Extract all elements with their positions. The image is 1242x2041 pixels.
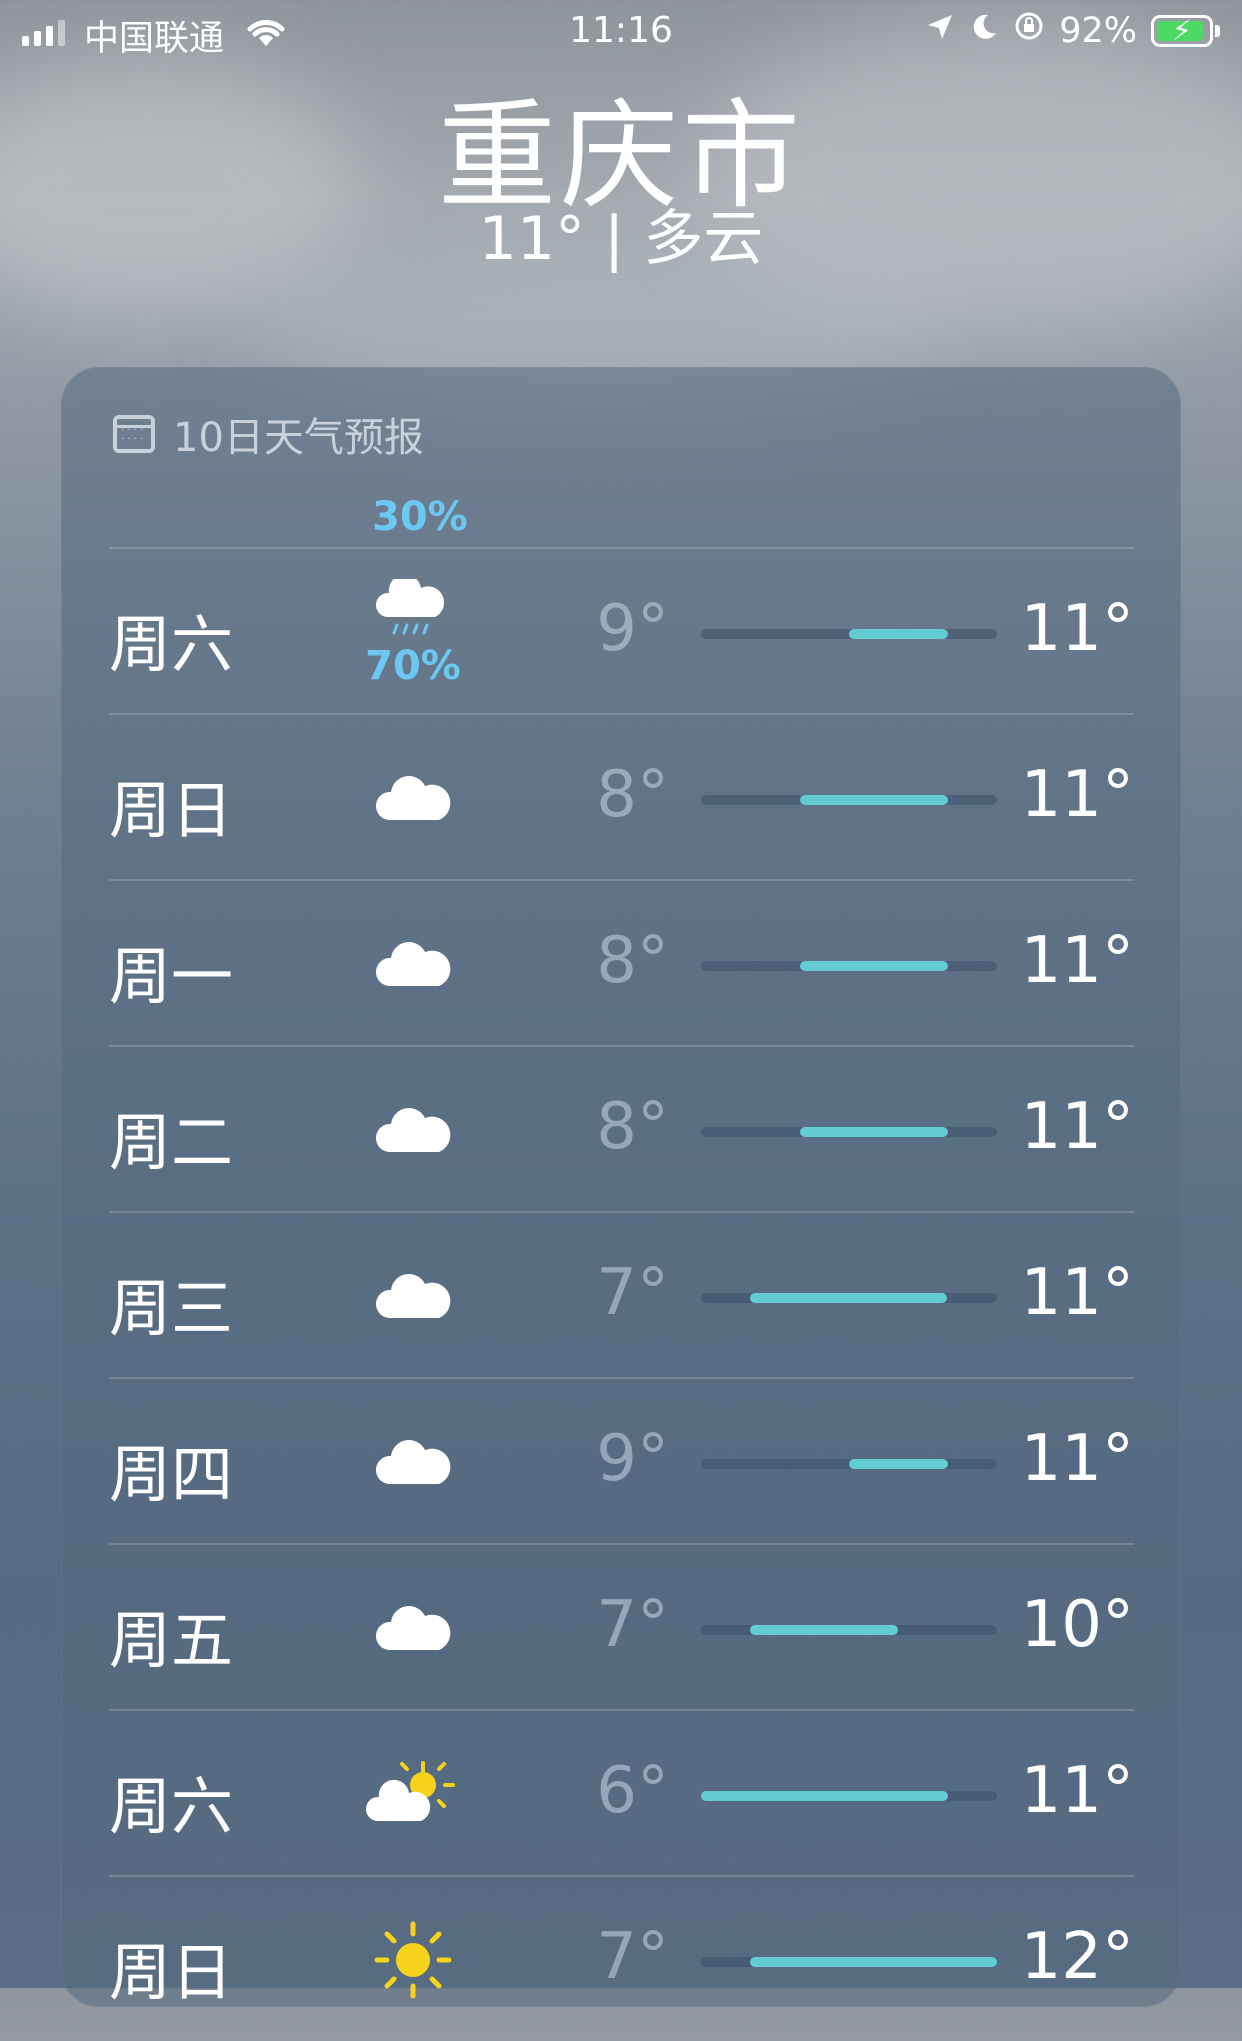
high-temp: 11° bbox=[1020, 1754, 1134, 1828]
calendar-icon bbox=[113, 415, 155, 453]
temp-range-bar bbox=[750, 1293, 947, 1303]
cloud-icon bbox=[373, 1102, 453, 1162]
partly-sunny-icon bbox=[365, 1759, 461, 1833]
temp-range-track bbox=[701, 1459, 997, 1469]
moon-icon bbox=[969, 11, 999, 51]
temp-range-bar bbox=[750, 1957, 997, 1967]
temp-range-bar bbox=[800, 795, 948, 805]
weather-icon-cell bbox=[353, 1575, 473, 1685]
high-temp: 12° bbox=[1020, 1920, 1134, 1994]
high-temp: 11° bbox=[1020, 758, 1134, 832]
temp-range-bar bbox=[750, 1625, 898, 1635]
cloud-icon bbox=[373, 1434, 453, 1494]
temp-range-track bbox=[701, 795, 997, 805]
temp-range-track bbox=[701, 1957, 997, 1967]
high-temp: 11° bbox=[1020, 924, 1134, 998]
day-label: 周二 bbox=[109, 1106, 234, 1179]
weather-icon-cell bbox=[353, 911, 473, 1021]
weather-icon-cell bbox=[353, 1077, 473, 1187]
cloud-icon bbox=[373, 1268, 453, 1328]
forecast-row[interactable]: 周四 9° 11° bbox=[109, 1377, 1134, 1543]
high-temp: 11° bbox=[1020, 1256, 1134, 1330]
low-temp: 9° bbox=[596, 592, 669, 666]
forecast-row[interactable]: 周日 8° 11° bbox=[109, 713, 1134, 879]
temp-range-track bbox=[701, 1293, 997, 1303]
day-label: 周六 bbox=[109, 1770, 234, 1843]
precip-chance: 70% bbox=[365, 643, 461, 689]
high-temp: 11° bbox=[1020, 592, 1134, 666]
forecast-row[interactable]: 周一 8° 11° bbox=[109, 879, 1134, 1045]
weather-icon-cell bbox=[353, 1243, 473, 1353]
low-temp: 8° bbox=[596, 1090, 669, 1164]
forecast-header: 10日天气预报 bbox=[113, 405, 424, 463]
high-temp: 10° bbox=[1020, 1588, 1134, 1662]
day-label: 周五 bbox=[109, 1604, 234, 1677]
forecast-row[interactable]: 周六 70% 9° 11° bbox=[109, 547, 1134, 713]
orientation-lock-icon bbox=[1013, 10, 1045, 51]
forecast-list[interactable]: 周六 70% 9° 11° 周日 8° 11° 周一 8° 11° 周二 8° 11° 周三 7° 11° 周四… bbox=[109, 547, 1134, 2041]
day-label: 周三 bbox=[109, 1272, 234, 1345]
temp-range-bar bbox=[800, 1127, 948, 1137]
forecast-row[interactable]: 周日 7° 12° bbox=[109, 1875, 1134, 2041]
low-temp: 9° bbox=[596, 1422, 669, 1496]
weather-icon-cell bbox=[353, 1741, 473, 1851]
day-label: 周日 bbox=[109, 774, 234, 847]
forecast-title: 10日天气预报 bbox=[173, 415, 424, 461]
temp-range-track bbox=[701, 1127, 997, 1137]
low-temp: 6° bbox=[596, 1754, 669, 1828]
temp-range-track bbox=[701, 629, 997, 639]
weather-icon-cell bbox=[353, 745, 473, 855]
forecast-row[interactable]: 周二 8° 11° bbox=[109, 1045, 1134, 1211]
low-temp: 8° bbox=[596, 758, 669, 832]
forecast-row[interactable]: 周六 6° 11° bbox=[109, 1709, 1134, 1875]
low-temp: 7° bbox=[596, 1920, 669, 1994]
day-label: 周一 bbox=[109, 940, 234, 1013]
day-label: 周四 bbox=[109, 1438, 234, 1511]
cloud-icon bbox=[373, 770, 453, 830]
forecast-row-partial[interactable]: 30% bbox=[109, 472, 1134, 552]
forecast-row[interactable]: 周五 7° 10° bbox=[109, 1543, 1134, 1709]
precip-chance: 30% bbox=[372, 494, 468, 540]
high-temp: 11° bbox=[1020, 1090, 1134, 1164]
ten-day-forecast-card[interactable]: 10日天气预报 30% 周六 70% 9° 11° 周日 8° 11° 周一 8° 11° 周二 8°… bbox=[61, 367, 1181, 2009]
cloud-rain-icon bbox=[373, 574, 453, 647]
forecast-row[interactable]: 周三 7° 11° bbox=[109, 1211, 1134, 1377]
cloud-icon bbox=[373, 936, 453, 996]
weather-icon-cell bbox=[353, 1409, 473, 1519]
temp-range-bar bbox=[701, 1791, 948, 1801]
temp-range-track bbox=[701, 1625, 997, 1635]
weather-icon-cell bbox=[353, 1907, 473, 2017]
battery-icon: ⚡ bbox=[1151, 14, 1213, 47]
temp-range-bar bbox=[800, 961, 948, 971]
cloud-icon bbox=[373, 1600, 453, 1660]
temp-range-track bbox=[701, 1791, 997, 1801]
low-temp: 7° bbox=[596, 1588, 669, 1662]
battery-tip bbox=[1215, 24, 1220, 37]
sun-icon bbox=[373, 1920, 453, 2004]
weather-summary: 11° | 多云 bbox=[478, 204, 764, 274]
temp-range-bar bbox=[849, 1459, 948, 1469]
low-temp: 8° bbox=[596, 924, 669, 998]
temp-range-track bbox=[701, 961, 997, 971]
day-label: 周日 bbox=[109, 1936, 234, 2009]
temp-range-bar bbox=[849, 629, 948, 639]
weather-icon-cell: 70% bbox=[353, 574, 473, 689]
location-arrow-icon bbox=[925, 11, 955, 51]
day-label: 周六 bbox=[109, 608, 234, 681]
low-temp: 7° bbox=[596, 1256, 669, 1330]
battery-percent: 92% bbox=[1059, 10, 1137, 51]
high-temp: 11° bbox=[1020, 1422, 1134, 1496]
